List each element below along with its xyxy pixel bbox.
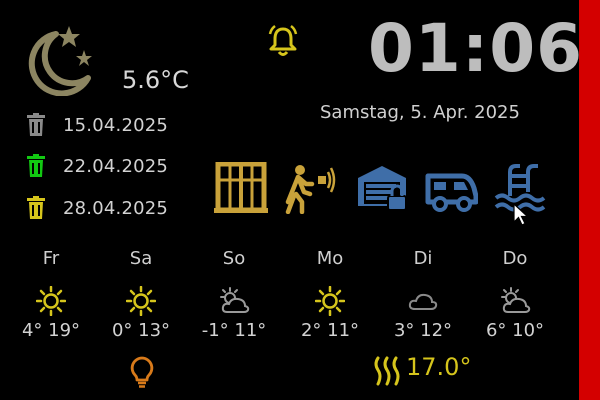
forecast-day-name: Mo [316,248,344,269]
lightbulb-icon[interactable] [128,356,156,388]
forecast-temps: 6° 10° [485,320,545,341]
forecast-temps: 2° 11° [300,320,360,341]
forecast-temps: 0° 13° [111,320,171,341]
partly-cloudy-icon [189,284,279,318]
heating-temperature: 17.0° [406,353,472,381]
forecast-day: Do 6° 10° [470,248,560,341]
trash-grey-icon [22,111,50,139]
sun-icon [285,284,375,318]
forecast-day: Sa 0° 13° [96,248,186,341]
heating-icon[interactable] [372,356,406,386]
sun-icon [96,284,186,318]
forecast-day: Di 3° 12° [378,248,468,341]
trash-date: 22.04.2025 [63,155,169,177]
forecast-day: Mo 2° 11° [285,248,375,341]
trash-row-grey: 15.04.2025 [22,111,168,139]
forecast-temps: -1° 11° [201,320,267,341]
forecast-day-name: Sa [129,248,153,269]
forecast-day-name: Di [413,248,433,269]
camper-icon[interactable] [424,162,478,214]
trash-date: 15.04.2025 [63,114,169,136]
garage-lock-icon[interactable] [356,162,410,214]
trash-row-yellow: 28.04.2025 [22,194,168,222]
forecast-temps: 4° 19° [21,320,81,341]
trash-date: 28.04.2025 [63,197,169,219]
clock-time: 01:06 [368,10,584,87]
bell-icon[interactable] [266,24,300,58]
mouse-pointer-icon [513,203,530,226]
current-temperature: 5.6°C [122,66,189,94]
motion-sensor-icon[interactable] [284,162,338,214]
forecast-day-name: Fr [42,248,60,269]
forecast-temps: 3° 12° [393,320,453,341]
clock-date: Samstag, 5. Apr. 2025 [320,102,520,123]
partly-cloudy-icon [470,284,560,318]
forecast-day-name: So [222,248,246,269]
cloud-icon [378,284,468,318]
window-icon[interactable] [214,162,268,214]
forecast-day: So -1° 11° [189,248,279,341]
forecast-day-name: Do [502,248,528,269]
trash-green-icon [22,152,50,180]
trash-row-green: 22.04.2025 [22,152,168,180]
sun-icon [6,284,96,318]
moon-stars-icon [28,26,92,96]
trash-yellow-icon [22,194,50,222]
forecast-day: Fr 4° 19° [6,248,96,341]
